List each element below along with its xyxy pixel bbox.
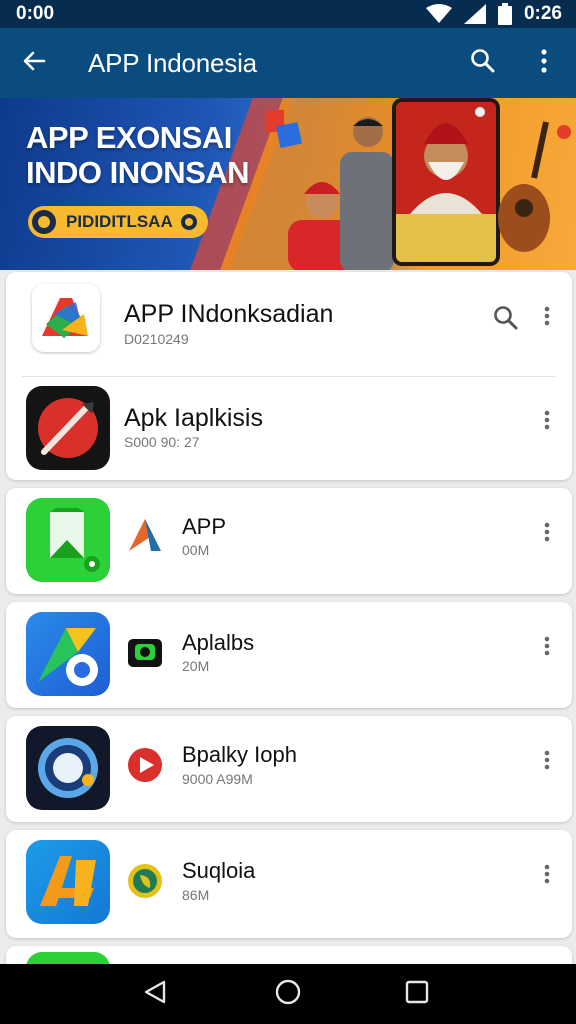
app-badge-icon	[124, 514, 166, 556]
signal-icon	[463, 4, 486, 24]
nav-home-button[interactable]	[263, 976, 313, 1012]
app-meta: D0210249	[124, 331, 189, 347]
page-title: APP Indonesia	[88, 48, 257, 78]
app-name: Bpalky Ioph	[182, 742, 297, 767]
app-name: Suqloia	[182, 858, 256, 883]
home-circle-icon	[275, 979, 301, 1010]
more-vert-icon	[544, 864, 550, 889]
list-item[interactable]: APP 00M	[6, 488, 572, 594]
more-vert-icon	[544, 306, 550, 331]
app-overflow-button[interactable]	[532, 628, 562, 668]
banner-headline-line: INDO INONSAN	[26, 155, 250, 190]
app-overflow-button[interactable]	[532, 298, 562, 338]
app-name: Aplalbs	[182, 630, 255, 655]
search-icon	[470, 48, 496, 79]
banner-pill[interactable]: PIDIDITLSAA	[28, 206, 208, 238]
app-badge-icon	[124, 632, 166, 674]
banner-headline: APP EXONSAI INDO INONSAN	[26, 120, 296, 190]
app-bar: APP Indonesia	[0, 28, 576, 98]
app-meta: S000 90: 27	[124, 434, 200, 450]
promo-banner[interactable]: APP EXONSAI INDO INONSAN PIDIDITLSAA	[0, 98, 576, 270]
app-meta: 20M	[182, 658, 210, 674]
list-item[interactable]: Apk Iaplkisis S000 90: 27	[6, 376, 572, 480]
list-item[interactable]: Aplalbs 20M	[6, 602, 572, 708]
app-list-card: APP INdonksadian D0210249 Apk Iaplkisis …	[6, 272, 572, 480]
phone-mockup	[392, 98, 500, 266]
search-button[interactable]	[462, 43, 504, 83]
app-name: APP INdonksadian	[124, 300, 334, 328]
more-vert-icon	[544, 750, 550, 775]
app-name: APP	[182, 514, 227, 539]
letter-app-icon	[26, 840, 110, 924]
app-meta: 9000 A99M	[182, 771, 253, 787]
more-vert-icon	[544, 636, 550, 661]
nav-recents-button[interactable]	[392, 976, 442, 1012]
app-overflow-button[interactable]	[532, 856, 562, 896]
app-overflow-button[interactable]	[532, 742, 562, 782]
overflow-menu-button[interactable]	[526, 43, 562, 83]
list-item[interactable]: APP INdonksadian D0210249	[6, 272, 572, 376]
nav-back-button[interactable]	[130, 976, 180, 1012]
maps-app-icon	[26, 498, 110, 582]
guitar-illustration	[494, 118, 576, 268]
app-meta: 86M	[182, 887, 210, 903]
app-name: Apk Iaplkisis	[124, 404, 263, 432]
more-vert-icon	[544, 522, 550, 547]
list-item[interactable]: Bpalky Ioph 9000 A99M	[6, 716, 572, 822]
battery-icon	[497, 3, 512, 25]
recents-square-icon	[405, 980, 429, 1009]
banner-headline-line: APP EXONSAI	[26, 120, 232, 155]
status-time: 0:00	[16, 3, 55, 24]
row-search-button[interactable]	[488, 302, 524, 338]
back-arrow-icon	[22, 49, 46, 78]
app-badge-icon	[124, 744, 166, 786]
status-icons: 0:26	[425, 2, 562, 26]
more-vert-icon	[540, 48, 548, 78]
back-button[interactable]	[14, 43, 54, 83]
disc-app-icon	[26, 726, 110, 810]
more-vert-icon	[544, 410, 550, 435]
status-bar: 0:00 0:26	[0, 0, 576, 28]
app-overflow-button[interactable]	[532, 402, 562, 442]
search-icon	[493, 305, 519, 336]
back-triangle-icon	[142, 979, 168, 1010]
app-badge-icon	[124, 860, 166, 902]
pen-app-icon	[26, 386, 110, 470]
badge-icon	[180, 213, 198, 231]
app-logo-icon	[32, 284, 100, 352]
drive-app-icon	[26, 612, 110, 696]
app-overflow-button[interactable]	[532, 514, 562, 554]
person-illustration	[334, 110, 400, 270]
pill-logo-icon	[32, 210, 56, 234]
banner-pill-label: PIDIDITLSAA	[66, 212, 173, 231]
app-meta: 00M	[182, 542, 210, 558]
wifi-icon	[425, 4, 452, 24]
list-item[interactable]: Suqloia 86M	[6, 830, 572, 938]
status-clock: 0:26	[523, 3, 562, 24]
system-navigation-bar	[0, 964, 576, 1024]
